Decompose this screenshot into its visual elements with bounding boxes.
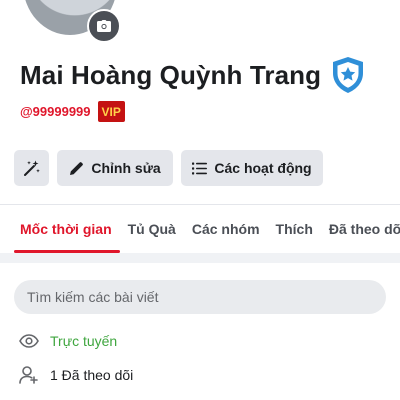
magic-wand-icon — [23, 160, 40, 176]
list-icon — [192, 162, 208, 174]
online-status-text: Trực tuyến — [50, 333, 118, 349]
profile-name-row: Mai Hoàng Quỳnh Trang — [20, 56, 367, 94]
tab-following[interactable]: Đã theo dõi — [321, 205, 400, 253]
profile-handle-row: @99999999 VIP — [20, 101, 125, 122]
following-count-row[interactable]: 1 Đã theo dõi — [18, 364, 133, 386]
magic-button[interactable] — [14, 150, 49, 186]
camera-icon — [97, 20, 111, 32]
pencil-icon — [70, 161, 84, 175]
activity-log-button[interactable]: Các hoạt động — [181, 150, 323, 186]
search-posts-input[interactable]: Tìm kiếm các bài viết — [14, 280, 386, 314]
profile-tabs: Mốc thời gian Tủ Quà Các nhóm Thích Đã t… — [0, 205, 400, 253]
following-count-text: 1 Đã theo dõi — [50, 367, 134, 383]
activity-log-label: Các hoạt động — [214, 160, 312, 176]
verified-shield-icon — [329, 56, 367, 94]
profile-name: Mai Hoàng Quỳnh Trang — [20, 59, 322, 90]
online-status-row: Trực tuyến — [18, 330, 117, 352]
user-follow-icon — [18, 364, 40, 386]
eye-icon — [18, 330, 40, 352]
search-placeholder: Tìm kiếm các bài viết — [27, 289, 159, 305]
edit-profile-label: Chỉnh sửa — [91, 160, 161, 176]
profile-actions: Chỉnh sửa Các hoạt động — [14, 150, 323, 186]
username: @99999999 — [20, 104, 91, 119]
edit-profile-button[interactable]: Chỉnh sửa — [57, 150, 173, 186]
section-separator — [0, 253, 400, 263]
tab-gift-box[interactable]: Tủ Quà — [120, 205, 184, 253]
tab-likes[interactable]: Thích — [268, 205, 321, 253]
tab-timeline[interactable]: Mốc thời gian — [0, 205, 120, 253]
change-avatar-button[interactable] — [87, 9, 121, 43]
vip-badge: VIP — [97, 101, 125, 122]
tab-groups[interactable]: Các nhóm — [184, 205, 268, 253]
